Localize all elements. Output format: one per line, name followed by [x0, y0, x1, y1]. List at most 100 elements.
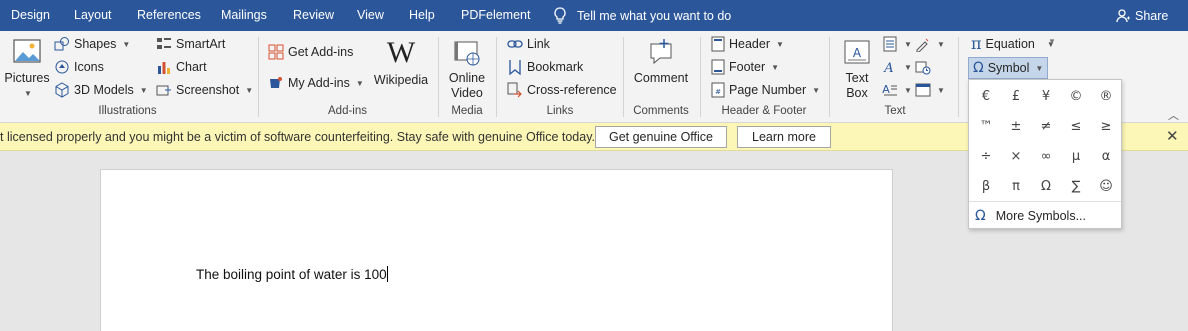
text-box-button[interactable]: A Text Box	[836, 37, 878, 101]
addins-store-icon	[268, 44, 284, 60]
online-video-icon	[454, 41, 480, 66]
tell-me-search[interactable]: Tell me what you want to do	[553, 0, 731, 31]
link-label: Link	[527, 37, 550, 51]
comment-icon	[650, 39, 672, 65]
cross-reference-button[interactable]: Cross-reference	[507, 82, 617, 98]
header-footer-group-label: Header & Footer	[721, 105, 807, 117]
license-warning-message: t licensed properly and you might be a v…	[0, 130, 595, 144]
footer-button[interactable]: Footer ▼	[711, 59, 779, 75]
symbol-cell[interactable]: ∞	[1031, 142, 1061, 172]
pi-icon: π	[971, 34, 982, 53]
symbol-cell[interactable]: ÷	[971, 142, 1001, 172]
pictures-button[interactable]: Pictures ▼	[4, 37, 50, 101]
ribbon-dropdown-caret-icon[interactable]: ▼	[1048, 37, 1056, 46]
svg-text:A: A	[853, 46, 862, 60]
group-divider	[958, 37, 959, 117]
learn-more-button[interactable]: Learn more	[737, 126, 831, 148]
icons-label: Icons	[74, 60, 104, 74]
tab-references[interactable]: References	[137, 0, 201, 31]
link-button[interactable]: Link	[507, 36, 550, 52]
share-label: Share	[1135, 8, 1169, 23]
header-button[interactable]: Header ▼	[711, 36, 784, 52]
online-video-button[interactable]: Online Video	[444, 37, 490, 101]
shapes-button[interactable]: Shapes ▼	[54, 36, 130, 52]
symbol-cell[interactable]: ©	[1061, 82, 1091, 112]
my-addins-button[interactable]: My Add-ins ▼	[268, 75, 364, 91]
icons-button[interactable]: Icons	[54, 59, 104, 75]
symbol-cell[interactable]: ≤	[1061, 112, 1091, 142]
tab-mailings[interactable]: Mailings	[221, 0, 267, 31]
header-label: Header	[729, 37, 770, 51]
tab-review[interactable]: Review	[293, 0, 334, 31]
page-number-button[interactable]: # Page Number ▼	[711, 82, 820, 98]
symbol-cell[interactable]: β	[971, 172, 1001, 202]
comment-button[interactable]: Comment	[630, 37, 692, 86]
signature-line-button[interactable]: ▼	[915, 36, 945, 52]
symbol-cell[interactable]: ¥	[1031, 82, 1061, 112]
symbol-cell[interactable]: ≠	[1031, 112, 1061, 142]
get-genuine-office-button[interactable]: Get genuine Office	[595, 126, 727, 148]
symbol-cell[interactable]: €	[971, 82, 1001, 112]
share-button[interactable]: Share	[1116, 0, 1168, 31]
symbol-cell[interactable]: Ω	[1031, 172, 1061, 202]
tab-view[interactable]: View	[357, 0, 384, 31]
footer-label: Footer	[729, 60, 766, 74]
wordart-button[interactable]: A ▼	[882, 59, 912, 75]
symbol-cell[interactable]: ×	[1001, 142, 1031, 172]
screenshot-button[interactable]: Screenshot ▼	[156, 82, 253, 98]
object-button[interactable]: ▼	[915, 82, 945, 98]
tab-pdfelement[interactable]: PDFelement	[461, 0, 530, 31]
symbol-cell[interactable]: µ	[1061, 142, 1091, 172]
group-divider	[496, 37, 497, 117]
document-body-text[interactable]: The boiling point of water is 100	[196, 266, 388, 282]
symbol-cell[interactable]: π	[1001, 172, 1031, 202]
comment-label: Comment	[633, 71, 689, 85]
wikipedia-button[interactable]: W Wikipedia	[372, 37, 430, 88]
smartart-icon	[157, 38, 171, 49]
omega-icon: Ω	[973, 60, 984, 76]
smartart-button[interactable]: SmartArt	[156, 36, 225, 52]
symbol-cell[interactable]: α	[1091, 142, 1121, 172]
group-divider	[623, 37, 624, 117]
wikipedia-label: Wikipedia	[373, 73, 429, 87]
my-addins-label: My Add-ins	[288, 76, 350, 90]
tab-help[interactable]: Help	[409, 0, 435, 31]
page-number-label: Page Number	[729, 83, 807, 97]
chart-button[interactable]: Chart	[156, 59, 207, 75]
wordart-icon: A	[883, 61, 893, 75]
addins-group-label: Add-ins	[328, 105, 367, 117]
3d-models-button[interactable]: 3D Models ▼	[54, 82, 148, 98]
symbol-cell[interactable]: ∑	[1061, 172, 1091, 202]
group-divider	[258, 37, 259, 117]
symbol-cell[interactable]: ☺	[1091, 172, 1121, 202]
pictures-label: Pictures	[4, 71, 50, 85]
screenshot-icon	[156, 85, 171, 96]
document-page[interactable]: The boiling point of water is 100	[100, 169, 893, 331]
symbol-button[interactable]: Ω Symbol ▼	[968, 57, 1048, 79]
symbol-cell[interactable]: ±	[1001, 112, 1031, 142]
screenshot-label: Screenshot	[176, 83, 240, 97]
quick-parts-button[interactable]: ▼	[882, 36, 912, 52]
tab-layout[interactable]: Layout	[74, 0, 112, 31]
chart-icon	[158, 62, 170, 74]
more-symbols-button[interactable]: Ω More Symbols...	[969, 201, 1121, 229]
equation-button[interactable]: π Equation ▼	[971, 36, 1055, 52]
symbol-cell[interactable]: ®	[1091, 82, 1121, 112]
tab-design[interactable]: Design	[11, 0, 50, 31]
text-box-icon: A	[844, 40, 870, 64]
close-icon[interactable]: ✕	[1166, 127, 1179, 145]
date-time-button[interactable]	[915, 59, 931, 75]
wikipedia-icon: W	[386, 36, 416, 69]
media-group-label: Media	[451, 105, 483, 117]
drop-cap-button[interactable]: A ▼	[882, 82, 912, 98]
bookmark-button[interactable]: Bookmark	[507, 59, 583, 75]
comments-group-label: Comments	[633, 105, 689, 117]
symbol-cell[interactable]: ™	[971, 112, 1001, 142]
symbol-cell[interactable]: ≥	[1091, 112, 1121, 142]
more-symbols-label: More Symbols...	[995, 208, 1087, 223]
get-addins-button[interactable]: Get Add-ins	[268, 44, 353, 60]
footer-icon	[711, 59, 725, 75]
collapse-ribbon-icon[interactable]: ︿	[1168, 107, 1179, 123]
symbol-cell[interactable]: £	[1001, 82, 1031, 112]
lightbulb-icon	[554, 7, 566, 24]
